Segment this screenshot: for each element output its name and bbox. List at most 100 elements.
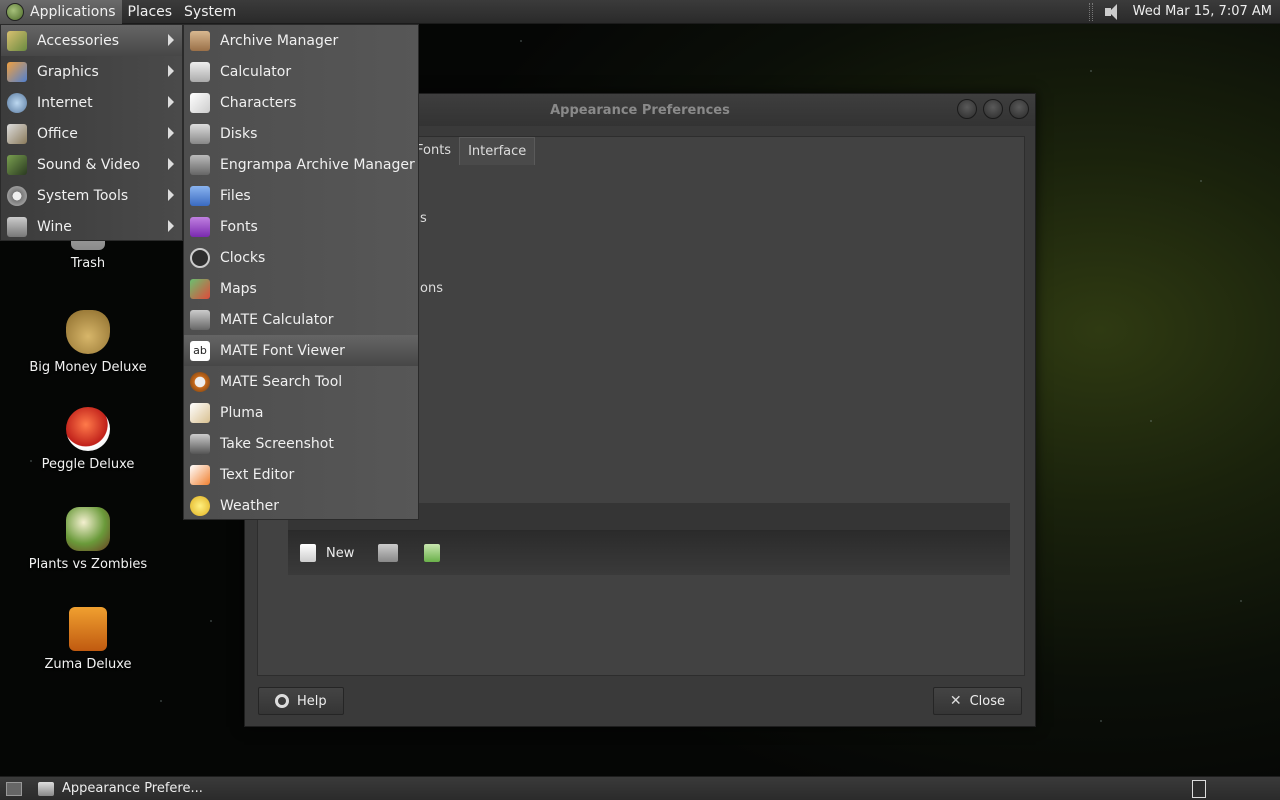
menu-item-mate-search-tool[interactable]: MATE Search Tool [184, 366, 418, 397]
desktop-icon-zuma[interactable]: Zuma Deluxe [18, 607, 158, 672]
menu-item-label: Graphics [37, 63, 99, 80]
top-panel: Applications Places System Wed Mar 15, 7… [0, 0, 1280, 24]
menu-item-clocks[interactable]: Clocks [184, 242, 418, 273]
pluma-icon [190, 402, 210, 423]
menu-item-label: Pluma [220, 404, 264, 421]
window-title: Appearance Preferences [550, 102, 730, 118]
workspace-switcher[interactable] [1192, 779, 1206, 798]
minimize-button[interactable] [957, 99, 977, 119]
menu-item-fonts[interactable]: Fonts [184, 211, 418, 242]
menu-item-label: Fonts [220, 218, 258, 235]
close-button[interactable]: ✕ Close [932, 687, 1022, 715]
tab-interface[interactable]: Interface [459, 137, 536, 165]
applications-menu[interactable]: Applications [0, 0, 122, 24]
menu-item-engrampa[interactable]: Engrampa Archive Manager [184, 149, 418, 180]
taskbar-button-appearance[interactable]: Appearance Prefere... [28, 777, 213, 800]
desktop-icon-label: Zuma Deluxe [44, 657, 132, 672]
menu-item-label: Wine [37, 218, 72, 235]
menu-item-graphics[interactable]: Graphics [1, 56, 182, 87]
submenu-arrow-icon [168, 127, 174, 139]
submenu-arrow-icon [168, 65, 174, 77]
menu-item-archive-manager[interactable]: Archive Manager [184, 25, 418, 56]
taskbar-label: Appearance Prefere... [62, 781, 203, 796]
money-bag-icon [66, 310, 110, 354]
office-icon [7, 123, 27, 144]
font-viewer-icon: ab [190, 340, 210, 361]
desktop-icon-peggle[interactable]: Peggle Deluxe [18, 407, 158, 472]
fonts-icon [190, 216, 210, 237]
menu-item-label: MATE Search Tool [220, 373, 343, 390]
menu-item-calculator[interactable]: Calculator [184, 56, 418, 87]
menu-item-label: Maps [220, 280, 257, 297]
desktop-icon-big-money[interactable]: Big Money Deluxe [18, 310, 158, 375]
menu-item-maps[interactable]: Maps [184, 273, 418, 304]
appearance-app-icon [38, 781, 54, 796]
menu-item-label: Text Editor [220, 466, 295, 483]
mate-calculator-icon [190, 309, 210, 330]
peggle-icon [66, 407, 110, 451]
graphics-icon [7, 61, 27, 82]
system-tools-icon [7, 185, 27, 206]
desktop-icon-label: Big Money Deluxe [29, 360, 147, 375]
partial-label: s [420, 211, 427, 226]
system-menu[interactable]: System [178, 0, 242, 24]
menu-item-pluma[interactable]: Pluma [184, 397, 418, 428]
download-icon[interactable] [424, 544, 441, 562]
menu-item-accessories[interactable]: Accessories [1, 25, 182, 56]
menu-item-take-screenshot[interactable]: Take Screenshot [184, 428, 418, 459]
menu-item-mate-calculator[interactable]: MATE Calculator [184, 304, 418, 335]
desktop-icon-plants[interactable]: Plants vs Zombies [18, 507, 158, 572]
submenu-arrow-icon [168, 34, 174, 46]
show-desktop-icon[interactable] [6, 781, 22, 796]
partial-label: ons [420, 281, 443, 296]
toolbar: New [288, 531, 1010, 575]
bottom-panel: Appearance Prefere... [0, 776, 1280, 800]
menu-item-sound-video[interactable]: Sound & Video [1, 149, 182, 180]
menu-item-characters[interactable]: Characters [184, 87, 418, 118]
menu-item-office[interactable]: Office [1, 118, 182, 149]
engrampa-icon [190, 154, 210, 175]
maps-icon [190, 278, 210, 299]
menu-item-label: Weather [220, 497, 279, 514]
maximize-button[interactable] [983, 99, 1003, 119]
menu-item-label: Characters [220, 94, 297, 111]
menu-item-internet[interactable]: Internet [1, 87, 182, 118]
computer-icon[interactable] [378, 544, 399, 562]
submenu-arrow-icon [168, 158, 174, 170]
menu-item-disks[interactable]: Disks [184, 118, 418, 149]
menu-item-label: Calculator [220, 63, 292, 80]
menu-item-weather[interactable]: Weather [184, 490, 418, 521]
desktop-icon-label: Peggle Deluxe [41, 457, 135, 472]
internet-icon [7, 92, 27, 113]
menu-item-label: MATE Calculator [220, 311, 334, 328]
menu-item-files[interactable]: Files [184, 180, 418, 211]
volume-icon[interactable] [1103, 3, 1123, 21]
close-window-button[interactable] [1009, 99, 1029, 119]
menu-item-text-editor[interactable]: Text Editor [184, 459, 418, 490]
new-button[interactable]: New [300, 544, 354, 562]
search-tool-icon [190, 371, 210, 392]
menu-item-label: Clocks [220, 249, 266, 266]
mate-logo-icon [6, 2, 24, 21]
submenu-arrow-icon [168, 189, 174, 201]
menu-item-label: Engrampa Archive Manager [220, 156, 415, 173]
menu-item-label: System Tools [37, 187, 129, 204]
menu-item-system-tools[interactable]: System Tools [1, 180, 182, 211]
archive-icon [190, 30, 210, 51]
menu-item-label: Archive Manager [220, 32, 339, 49]
clock[interactable]: Wed Mar 15, 7:07 AM [1133, 4, 1272, 19]
menu-item-label: Disks [220, 125, 258, 142]
panel-separator [1088, 2, 1093, 21]
menu-item-wine[interactable]: Wine [1, 211, 182, 242]
menu-item-label: Sound & Video [37, 156, 141, 173]
weather-icon [190, 495, 210, 516]
menu-item-label: Take Screenshot [220, 435, 334, 452]
applications-label: Applications [30, 3, 116, 20]
characters-icon [190, 92, 210, 113]
new-label: New [326, 545, 355, 561]
menu-item-mate-font-viewer[interactable]: ab MATE Font Viewer [184, 335, 418, 366]
menu-item-label: MATE Font Viewer [220, 342, 345, 359]
menu-item-label: Accessories [37, 32, 120, 49]
help-button[interactable]: Help [258, 687, 344, 715]
places-menu[interactable]: Places [122, 0, 179, 24]
